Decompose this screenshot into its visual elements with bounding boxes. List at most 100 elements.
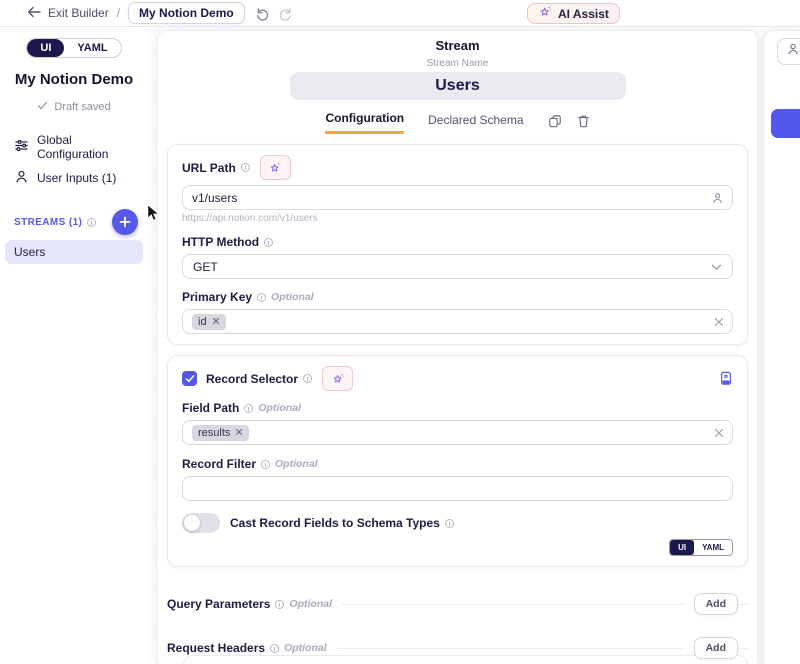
user-input-icon[interactable] (711, 191, 724, 204)
draft-status: Draft saved (0, 101, 148, 113)
http-method-label: HTTP Method (182, 235, 273, 249)
undo-button[interactable] (255, 6, 270, 21)
record-filter-label: Record Filter Optional (182, 457, 318, 471)
divider-line (738, 604, 748, 605)
yaml-toggle-option[interactable]: YAML (694, 540, 732, 555)
stream-panel-title: Stream (167, 38, 748, 53)
back-arrow-icon (27, 6, 41, 21)
field-path-input-wrap[interactable]: results (182, 420, 733, 445)
draft-status-label: Draft saved (54, 101, 110, 113)
sidebar-item-user-inputs[interactable]: User Inputs (1) (0, 165, 148, 191)
streams-header-label: STREAMS (1) (14, 217, 82, 228)
sidebar-item-label: Global Configuration (37, 133, 134, 161)
info-icon[interactable] (257, 293, 266, 302)
record-selector-card: Record Selector Field Path Optional (167, 355, 748, 567)
url-preview-text: https://api.notion.com/v1/users (182, 213, 733, 224)
divider-line (337, 648, 684, 649)
record-filter-input-wrap (182, 476, 733, 501)
stream-name-input[interactable] (290, 72, 626, 100)
ai-suggest-button[interactable] (260, 155, 291, 180)
optional-badge: Optional (284, 642, 327, 654)
stream-list-item-users[interactable]: Users (5, 240, 143, 264)
ui-toggle-option[interactable]: UI (670, 540, 694, 555)
docs-icon[interactable] (719, 371, 733, 386)
exit-builder-label: Exit Builder (48, 6, 109, 20)
builder-sidebar: UI YAML My Notion Demo Draft saved Globa… (0, 27, 148, 664)
record-selector-label: Record Selector (206, 372, 312, 386)
add-request-header-button[interactable]: Add (694, 637, 738, 659)
ai-sparkle-star-icon (538, 5, 552, 22)
tab-declared-schema[interactable]: Declared Schema (428, 113, 523, 133)
info-icon[interactable] (445, 519, 454, 528)
url-path-label-text: URL Path (182, 161, 236, 175)
testing-panel (763, 30, 800, 664)
cast-record-fields-label-text: Cast Record Fields to Schema Types (230, 516, 440, 530)
streams-section-header: STREAMS (1) (14, 217, 96, 228)
yaml-toggle-option[interactable]: YAML (64, 39, 120, 57)
record-selector-checkbox[interactable] (182, 371, 197, 386)
ai-assist-label: AI Assist (558, 7, 609, 21)
person-icon (786, 42, 800, 61)
tag-label: results (198, 427, 230, 439)
info-icon[interactable] (270, 644, 279, 653)
copy-stream-icon[interactable] (548, 114, 562, 128)
record-filter-label-text: Record Filter (182, 457, 256, 471)
info-icon[interactable] (244, 404, 253, 413)
record-filter-input[interactable] (192, 482, 723, 496)
exit-builder-link[interactable]: Exit Builder (27, 6, 109, 21)
clear-input-icon[interactable] (714, 428, 724, 438)
cast-record-fields-toggle[interactable] (182, 513, 220, 533)
info-icon[interactable] (87, 218, 96, 227)
stream-name-label: Stream Name (167, 58, 748, 69)
primary-key-label: Primary Key Optional (182, 290, 314, 304)
field-path-tag: results (192, 425, 249, 441)
http-method-select[interactable]: GET (182, 254, 733, 279)
ui-yaml-toggle[interactable]: UI YAML (26, 38, 121, 58)
url-path-label: URL Path (182, 161, 250, 175)
field-path-label-text: Field Path (182, 401, 239, 415)
connector-title: My Notion Demo (0, 71, 148, 88)
optional-badge: Optional (271, 291, 314, 303)
tag-remove-icon[interactable] (235, 427, 243, 439)
info-icon[interactable] (261, 460, 270, 469)
sidebar-item-global-configuration[interactable]: Global Configuration (0, 129, 148, 165)
query-parameters-section: Query Parameters Optional Add (167, 593, 748, 615)
tag-remove-icon[interactable] (212, 316, 220, 328)
http-method-value: GET (193, 260, 218, 274)
redo-button[interactable] (278, 6, 293, 21)
testing-values-box[interactable] (777, 38, 800, 65)
test-stream-button[interactable] (771, 109, 800, 138)
tab-configuration[interactable]: Configuration (325, 111, 404, 134)
breadcrumb-separator: / (117, 6, 120, 20)
ui-toggle-option[interactable]: UI (27, 39, 64, 57)
chevron-down-icon (711, 258, 722, 276)
stream-config-panel: Stream Stream Name Configuration Declare… (157, 30, 758, 664)
query-parameters-label-text: Query Parameters (167, 597, 270, 611)
cast-record-fields-label: Cast Record Fields to Schema Types (230, 516, 454, 530)
project-name-pill[interactable]: My Notion Demo (128, 2, 245, 24)
sliders-icon (14, 138, 29, 156)
primary-key-input-wrap[interactable]: id (182, 309, 733, 334)
request-headers-label: Request Headers Optional (167, 641, 327, 655)
info-icon[interactable] (241, 163, 250, 172)
add-query-parameter-button[interactable]: Add (694, 593, 738, 615)
optional-badge: Optional (275, 458, 318, 470)
info-icon[interactable] (275, 600, 284, 609)
request-headers-section: Request Headers Optional Add (167, 637, 748, 659)
stream-tabs: Configuration Declared Schema (167, 111, 748, 134)
query-parameters-label: Query Parameters Optional (167, 597, 332, 611)
info-icon[interactable] (264, 238, 273, 247)
add-stream-button[interactable] (112, 209, 138, 235)
check-icon (37, 101, 48, 113)
clear-input-icon[interactable] (714, 317, 724, 327)
record-selector-ui-yaml-toggle[interactable]: UI YAML (669, 539, 733, 556)
tag-label: id (198, 316, 207, 328)
ai-assist-button[interactable]: AI Assist (527, 3, 620, 24)
info-icon[interactable] (303, 374, 312, 383)
divider-line (342, 604, 684, 605)
url-path-input[interactable] (192, 191, 704, 205)
requester-card: URL Path https://api.notion.com/v1/users… (167, 144, 748, 345)
delete-stream-icon[interactable] (577, 114, 590, 128)
ai-suggest-button[interactable] (322, 366, 353, 391)
url-path-input-wrap (182, 185, 733, 210)
